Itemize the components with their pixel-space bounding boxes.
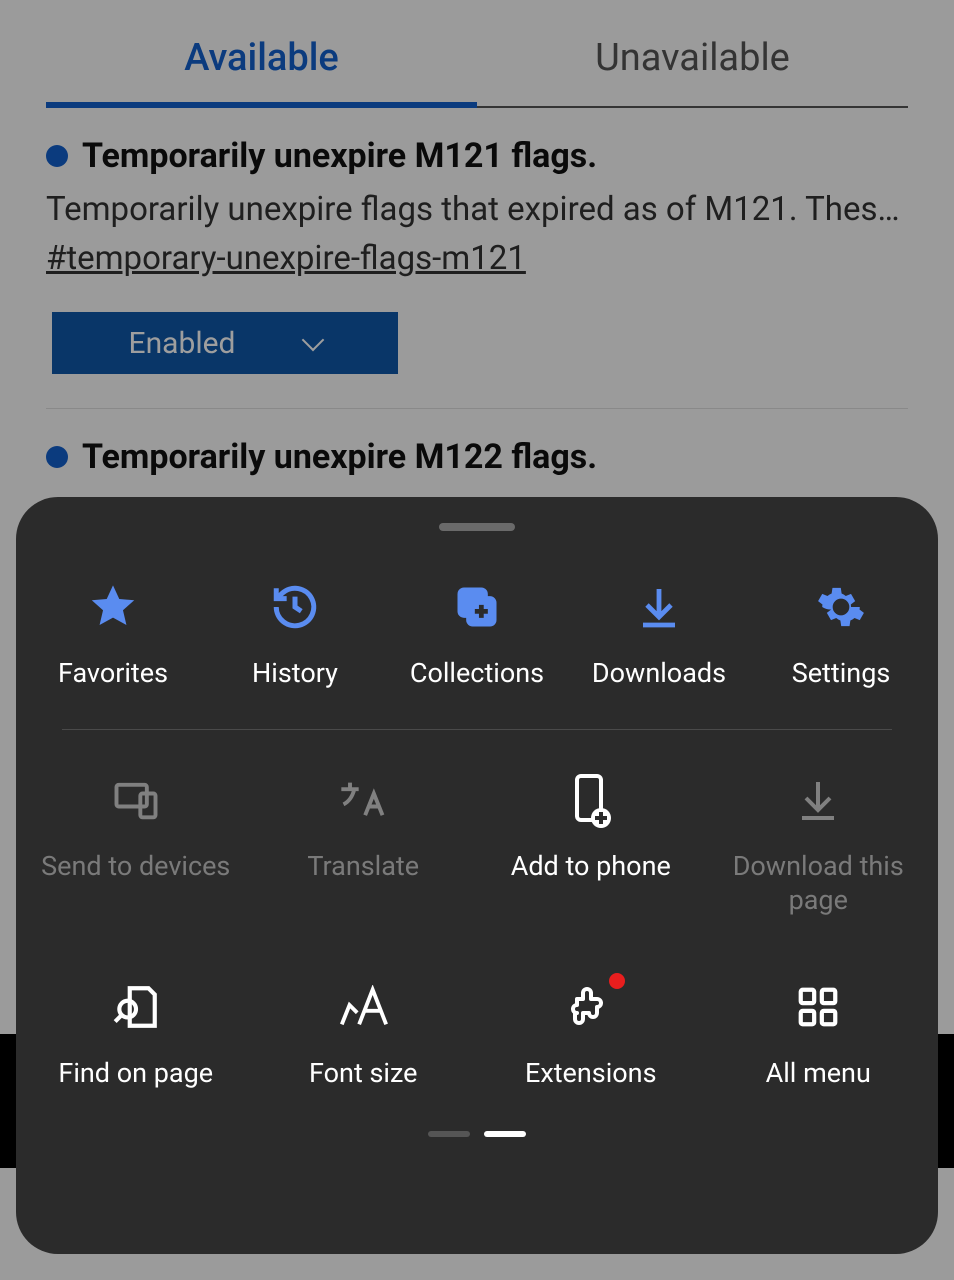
gear-icon	[811, 577, 871, 637]
notification-badge	[609, 973, 625, 989]
page-indicator	[16, 1131, 938, 1137]
menu-row-3: Find on page Font size Extensions All me…	[16, 967, 938, 1101]
all-menu-button[interactable]: All menu	[705, 967, 933, 1101]
menu-label: Translate	[307, 850, 419, 884]
find-on-page-button[interactable]: Find on page	[22, 967, 250, 1101]
divider	[62, 729, 892, 730]
flag-title: Temporarily unexpire M121 flags.	[82, 136, 597, 176]
drag-handle[interactable]	[439, 523, 515, 531]
puzzle-icon	[561, 977, 621, 1037]
menu-label: Downloads	[592, 657, 726, 691]
menu-label: Find on page	[58, 1057, 213, 1091]
menu-row-1: Favorites History Collections Downloads …	[16, 567, 938, 701]
menu-label: Settings	[792, 657, 891, 691]
flag-state-select[interactable]: Enabled	[52, 312, 398, 374]
settings-button[interactable]: Settings	[750, 567, 932, 701]
menu-row-2: Send to devices Translate Add to phone D…	[16, 760, 938, 928]
collections-button[interactable]: Collections	[386, 567, 568, 701]
translate-icon	[333, 770, 393, 830]
flag-item: Temporarily unexpire M122 flags.	[46, 409, 908, 477]
extensions-button[interactable]: Extensions	[477, 967, 705, 1101]
font-size-icon	[333, 977, 393, 1037]
status-dot-icon	[46, 145, 68, 167]
flag-description: Temporarily unexpire flags that expired …	[46, 190, 908, 229]
font-size-button[interactable]: Font size	[250, 967, 478, 1101]
tab-available[interactable]: Available	[46, 10, 477, 108]
tabs: Available Unavailable	[46, 10, 908, 108]
star-icon	[83, 577, 143, 637]
flag-anchor-link[interactable]: #temporary-unexpire-flags-m121	[46, 239, 526, 278]
flag-state-label: Enabled	[129, 326, 236, 361]
menu-label: History	[252, 657, 338, 691]
menu-label: Favorites	[58, 657, 168, 691]
downloads-button[interactable]: Downloads	[568, 567, 750, 701]
menu-label: Collections	[410, 657, 544, 691]
grid-icon	[788, 977, 848, 1037]
download-icon	[788, 770, 848, 830]
chevron-down-icon	[302, 329, 325, 352]
flag-item: Temporarily unexpire M121 flags. Tempora…	[46, 108, 908, 409]
menu-label: Add to phone	[511, 850, 671, 884]
status-dot-icon	[46, 446, 68, 468]
menu-label: Download this page	[709, 850, 929, 918]
add-to-phone-button[interactable]: Add to phone	[477, 760, 705, 928]
history-icon	[265, 577, 325, 637]
menu-label: Font size	[309, 1057, 418, 1091]
flag-title: Temporarily unexpire M122 flags.	[82, 437, 597, 477]
collections-icon	[447, 577, 507, 637]
send-to-devices-button: Send to devices	[22, 760, 250, 928]
page-dot[interactable]	[428, 1131, 470, 1137]
tab-unavailable[interactable]: Unavailable	[477, 10, 908, 106]
devices-icon	[106, 770, 166, 830]
page-dot[interactable]	[484, 1131, 526, 1137]
menu-sheet: Favorites History Collections Downloads …	[16, 497, 938, 1254]
phone-plus-icon	[561, 770, 621, 830]
menu-label: Send to devices	[41, 850, 230, 884]
history-button[interactable]: History	[204, 567, 386, 701]
download-icon	[629, 577, 689, 637]
menu-label: All menu	[766, 1057, 871, 1091]
download-page-button: Download this page	[705, 760, 933, 928]
favorites-button[interactable]: Favorites	[22, 567, 204, 701]
menu-label: Extensions	[525, 1057, 657, 1091]
translate-button: Translate	[250, 760, 478, 928]
find-icon	[106, 977, 166, 1037]
